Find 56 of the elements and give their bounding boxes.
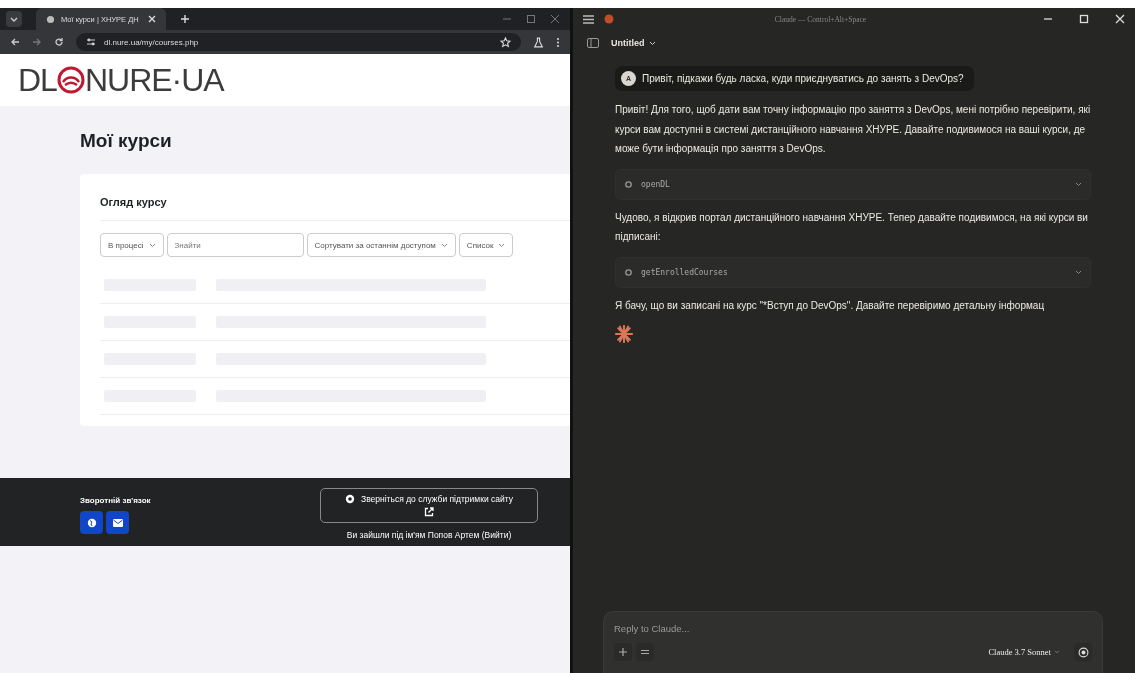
sidebar-icon[interactable] <box>587 38 599 48</box>
tool-call[interactable]: getEnrolledCourses <box>615 256 1091 288</box>
login-info: Ви зайшли під ім'ям Попов Артем (Вийти) <box>346 530 512 540</box>
app-logo-icon <box>604 14 614 24</box>
menu-icon[interactable] <box>556 36 560 48</box>
globe-button[interactable] <box>80 511 103 534</box>
assistant-message: Чудово, я відкрив портал дистанційного навчання ХНУРЕ. Тепер давайте подивимося, на які курси ви підписані: <box>615 210 1089 244</box>
logo-text[interactable]: NURE·UA <box>84 61 224 99</box>
address-bar[interactable]: dl.nure.ua/my/courses.php <box>76 33 521 51</box>
mail-button[interactable] <box>106 511 129 534</box>
filter-dropdown[interactable]: Список <box>458 233 514 257</box>
conversation-title[interactable]: Untitled <box>611 38 656 48</box>
filter-dropdown[interactable]: Сортувати за останнім доступом <box>306 233 456 257</box>
message-text: Привіт, підкажи будь ласка, куди приєднуватись до занять з DevOps? <box>642 73 964 84</box>
reload-icon[interactable] <box>54 37 64 47</box>
add-button[interactable] <box>614 643 632 661</box>
url-text: dl.nure.ua/my/courses.php <box>104 37 199 47</box>
tool-icon <box>624 179 633 189</box>
reply-box[interactable]: Reply to Claude... Claude 3.7 Sonnet <box>603 611 1103 673</box>
logo-circle-icon <box>56 66 85 94</box>
chevron-down-icon <box>648 40 656 46</box>
new-tab-icon[interactable] <box>180 14 190 24</box>
card-title: Огляд курсу <box>100 196 570 221</box>
site-settings-icon[interactable] <box>86 37 96 47</box>
envelope-icon <box>112 518 123 527</box>
chevron-down-icon <box>1054 650 1060 654</box>
research-button[interactable] <box>1074 643 1092 661</box>
search-field[interactable]: Знайти <box>166 233 304 257</box>
forward-icon[interactable] <box>32 37 42 47</box>
assistant-message: Я бачу, що ви записані на курс "*Вступ до DevOps". Давайте перевіримо детальну інформац <box>615 298 1046 313</box>
filter-dropdown[interactable]: В процесі <box>100 233 164 257</box>
menu-icon[interactable] <box>583 14 594 24</box>
plus-icon <box>618 647 628 657</box>
tool-icon <box>624 267 633 277</box>
reply-field[interactable]: Reply to Claude... <box>614 620 1092 637</box>
support-button[interactable]: Зверніться до служби підтримки сайту <box>320 488 538 523</box>
chevron-down-icon <box>498 242 506 248</box>
assistant-message: Привіт! Для того, щоб дати вам точну інформацію про заняття з DevOps, мені потрібно перевірити, які курси вам доступні в системі дистанційного навчання ХНУРЕ. Давайте подивимося на ваші курси, де може бути інформація про заняття з DevOps. <box>615 103 1091 156</box>
sliders-icon <box>640 647 650 657</box>
spark-icon <box>615 325 633 343</box>
logo-text[interactable]: DL <box>18 61 57 99</box>
flask-icon[interactable] <box>533 36 544 48</box>
page-title: Мої курси <box>80 130 173 152</box>
chevron-icon[interactable] <box>1075 181 1082 187</box>
star-icon[interactable] <box>500 36 511 48</box>
chevron-icon[interactable] <box>1075 269 1082 275</box>
tab-list-icon[interactable] <box>6 11 22 27</box>
footer-heading: Зворотній зв'язок <box>80 496 152 505</box>
model-selector[interactable]: Claude 3.7 Sonnet <box>988 647 1060 657</box>
chevron-down-icon <box>440 242 448 248</box>
external-link-icon <box>424 507 434 517</box>
options-button[interactable] <box>636 643 654 661</box>
target-icon <box>1077 646 1089 658</box>
tool-call[interactable]: openDL <box>615 168 1091 200</box>
back-icon[interactable] <box>10 37 20 47</box>
chevron-down-icon <box>148 242 156 248</box>
